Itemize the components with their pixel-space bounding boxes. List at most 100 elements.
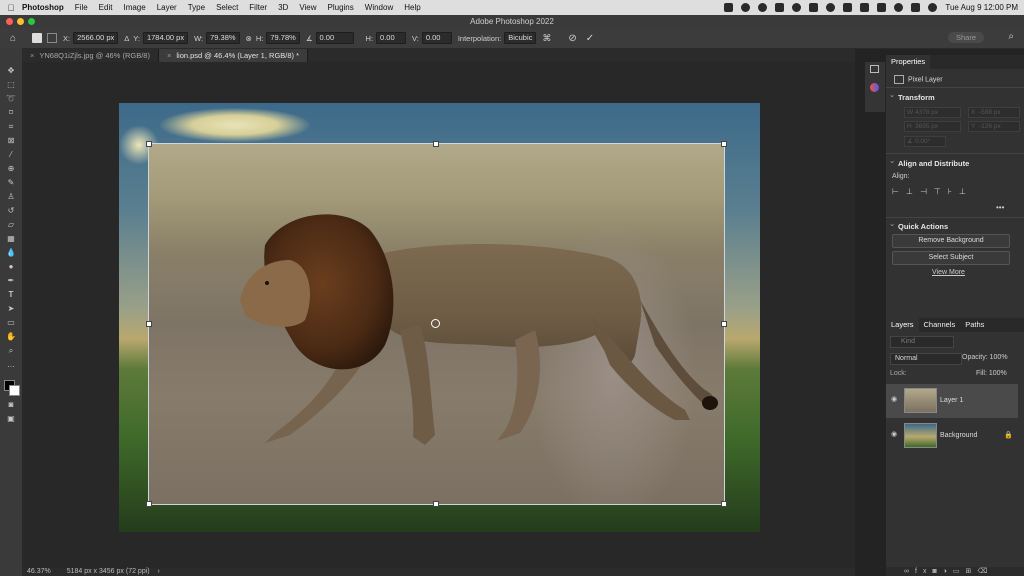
transform-y-field[interactable]: Y -126 px — [968, 121, 1020, 132]
layer-row-layer-1[interactable]: ◉ Layer 1 — [886, 384, 1018, 418]
align-right-icon[interactable]: ⊣ — [920, 187, 934, 196]
menu-3d[interactable]: 3D — [278, 3, 288, 12]
blend-mode-select[interactable]: Normal — [890, 353, 962, 365]
opacity-value[interactable]: 100% — [990, 354, 1008, 361]
menubar-clock[interactable]: Tue Aug 9 12:00 PM — [945, 3, 1018, 12]
status-sync-icon[interactable] — [741, 3, 751, 12]
path-selection-tool-icon[interactable]: ➤ — [5, 304, 17, 314]
frame-tool-icon[interactable]: ⊠ — [5, 136, 17, 146]
align-section-title[interactable]: Align and Distribute — [889, 156, 969, 168]
quick-actions-title[interactable]: Quick Actions — [889, 219, 948, 231]
layer-filter-select[interactable]: Kind — [890, 336, 954, 348]
close-window-icon[interactable] — [6, 18, 13, 25]
cancel-transform-icon[interactable]: ⊘ — [568, 33, 576, 44]
transform-angle-field[interactable]: ∡ 0.00° — [904, 136, 946, 147]
edit-toolbar-icon[interactable]: … — [5, 360, 17, 370]
close-tab-icon[interactable]: × — [167, 51, 171, 60]
gradient-tool-icon[interactable]: ▦ — [5, 234, 17, 244]
fill-value[interactable]: 100% — [989, 370, 1007, 377]
menu-image[interactable]: Image — [123, 3, 145, 12]
status-cloud-icon[interactable] — [775, 3, 785, 12]
status-moon-icon[interactable] — [826, 3, 836, 12]
dodge-tool-icon[interactable]: ● — [5, 262, 17, 272]
menu-window[interactable]: Window — [365, 3, 393, 12]
align-hcenter-icon[interactable]: ⊥ — [906, 187, 920, 196]
align-vcenter-icon[interactable]: ⊦ — [948, 187, 959, 196]
view-more-link[interactable]: View More — [932, 269, 965, 276]
commit-transform-icon[interactable]: ✓ — [586, 33, 594, 44]
transform-section-title[interactable]: Transform — [889, 90, 935, 102]
align-left-icon[interactable]: ⊢ — [892, 187, 906, 196]
menu-layer[interactable]: Layer — [157, 3, 177, 12]
eraser-tool-icon[interactable]: ▱ — [5, 220, 17, 230]
lasso-tool-icon[interactable]: ➰ — [5, 94, 17, 104]
layer-row-background[interactable]: ◉ Background 🔒 — [886, 419, 1018, 453]
layer-name[interactable]: Background — [940, 432, 977, 439]
zoom-window-icon[interactable] — [28, 18, 35, 25]
libraries-panel-icon[interactable] — [870, 83, 879, 92]
menu-select[interactable]: Select — [216, 3, 238, 12]
reference-point-checkbox[interactable] — [32, 33, 43, 43]
chevron-right-icon[interactable]: › — [158, 568, 160, 575]
mask-icon[interactable]: ◙ — [932, 568, 942, 575]
handle-bottom-left[interactable] — [146, 501, 152, 507]
adjustment-icon[interactable]: ◑ — [943, 568, 953, 575]
handle-middle-left[interactable] — [146, 321, 152, 327]
share-button[interactable]: Share — [947, 32, 984, 43]
history-panel-icon[interactable] — [870, 65, 879, 73]
menu-app-photoshop[interactable]: Photoshop — [22, 3, 64, 12]
height-percent-field[interactable]: 79.78% — [266, 32, 300, 44]
handle-bottom-right[interactable] — [721, 501, 727, 507]
interpolation-select[interactable]: Bicubic — [504, 32, 537, 44]
select-subject-button[interactable]: Select Subject — [892, 251, 1010, 265]
trash-icon[interactable]: ⌫ — [977, 568, 993, 575]
close-tab-icon[interactable]: × — [30, 51, 34, 60]
search-icon[interactable]: ⌕ — [1008, 31, 1014, 42]
opacity-control[interactable]: Opacity: 100% — [962, 354, 1008, 361]
menu-type[interactable]: Type — [188, 3, 205, 12]
crop-tool-icon[interactable]: ⌗ — [5, 122, 17, 132]
type-tool-icon[interactable]: T — [5, 290, 17, 300]
object-selection-tool-icon[interactable]: ⌑ — [5, 108, 17, 118]
transform-width-field[interactable]: W 4378 px — [904, 107, 961, 118]
reference-point-icon[interactable] — [431, 319, 440, 328]
menu-plugins[interactable]: Plugins — [328, 3, 354, 12]
healing-brush-tool-icon[interactable]: ⊕ — [5, 164, 17, 174]
x-position-field[interactable]: 2566.00 px — [73, 32, 119, 44]
home-icon[interactable]: ⌂ — [10, 33, 16, 44]
visibility-eye-icon[interactable]: ◉ — [891, 430, 897, 438]
status-volume-icon[interactable] — [843, 3, 853, 12]
menu-help[interactable]: Help — [404, 3, 420, 12]
handle-top-center[interactable] — [433, 141, 439, 147]
vertical-skew-field[interactable]: 0.00 — [421, 32, 452, 44]
zoom-level[interactable]: 46.37% — [27, 568, 51, 575]
layer-name[interactable]: Layer 1 — [940, 397, 963, 404]
width-percent-field[interactable]: 79.38% — [206, 32, 240, 44]
marquee-tool-icon[interactable]: ⬚ — [5, 80, 17, 90]
control-center-icon[interactable] — [911, 3, 921, 12]
menu-edit[interactable]: Edit — [99, 3, 113, 12]
status-record-icon[interactable] — [758, 3, 768, 12]
tab-properties[interactable]: Properties — [886, 55, 931, 69]
y-position-field[interactable]: 1784.00 px — [142, 32, 189, 44]
eyedropper-tool-icon[interactable]: ⁄ — [5, 150, 17, 160]
clone-stamp-tool-icon[interactable]: ♙ — [5, 192, 17, 202]
transform-height-field[interactable]: H 3695 px — [904, 121, 961, 132]
reference-point-grid-icon[interactable] — [47, 33, 58, 43]
pen-tool-icon[interactable]: ✒ — [5, 276, 17, 286]
tab-layers[interactable]: Layers — [886, 318, 919, 332]
blur-tool-icon[interactable]: 💧 — [5, 248, 17, 258]
status-app-icon[interactable] — [724, 3, 734, 12]
menu-file[interactable]: File — [75, 3, 88, 12]
apple-icon[interactable]:  — [0, 3, 22, 13]
new-layer-icon[interactable]: ⊞ — [966, 568, 978, 575]
brush-tool-icon[interactable]: ✎ — [5, 178, 17, 188]
rectangle-tool-icon[interactable]: ▭ — [5, 318, 17, 328]
transform-x-field[interactable]: X -588 px — [968, 107, 1020, 118]
history-brush-tool-icon[interactable]: ↺ — [5, 206, 17, 216]
link-layers-icon[interactable]: ∞ — [904, 568, 915, 575]
tab-lion-psd[interactable]: × lion.psd @ 46.4% (Layer 1, RGB/8) * — [158, 49, 309, 62]
fill-control[interactable]: Fill: 100% — [976, 370, 1007, 377]
visibility-eye-icon[interactable]: ◉ — [891, 395, 897, 403]
warp-mode-icon[interactable]: ⌘ — [542, 33, 551, 44]
